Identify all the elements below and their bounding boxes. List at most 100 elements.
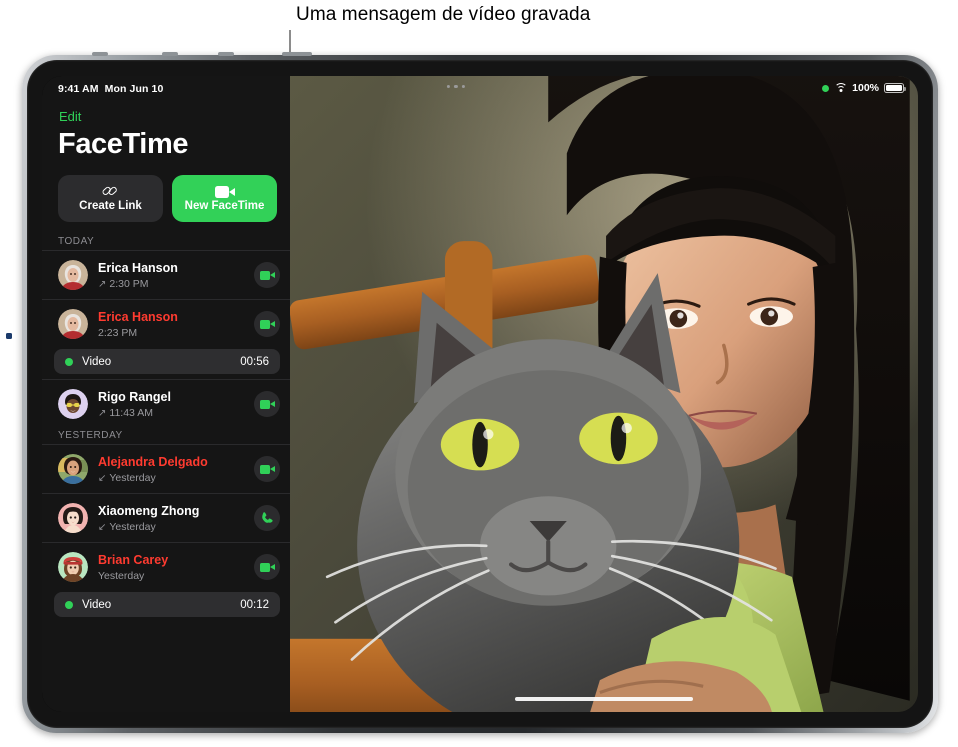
call-meta: 2:23 PM [98, 327, 254, 340]
video-message-label: Video [82, 355, 112, 368]
outgoing-call-arrow-icon: ↗ [98, 278, 107, 290]
video-call-button[interactable] [254, 456, 280, 482]
avatar [58, 503, 88, 533]
call-time: Yesterday [98, 570, 145, 583]
create-link-label: Create Link [79, 200, 142, 212]
section-yesterday: YESTERDAY Alejandra Delgado ↙ Yesterday … [42, 430, 290, 622]
avatar [58, 454, 88, 484]
call-meta: ↙ Yesterday [98, 472, 254, 485]
volume-button-2[interactable] [162, 52, 178, 56]
list-item[interactable]: Brian Carey Yesterday [42, 542, 290, 591]
device-bezel: 9:41 AM Mon Jun 10 100% Edit FaceTime Cr… [27, 60, 933, 728]
status-date: Mon Jun 10 [104, 83, 164, 95]
list-item[interactable]: Alejandra Delgado ↙ Yesterday [42, 444, 290, 493]
incoming-call-arrow-icon: ↙ [98, 472, 107, 484]
contact-name: Erica Hanson [98, 310, 178, 325]
contact-name: Xiaomeng Zhong [98, 504, 200, 519]
contact-name: Erica Hanson [98, 261, 178, 276]
video-camera-icon [259, 270, 275, 280]
list-item-text: Erica Hanson 2:23 PM [98, 308, 254, 340]
contact-name: Brian Carey [98, 553, 169, 568]
video-call-button[interactable] [254, 391, 280, 417]
call-meta: ↗ 2:30 PM [98, 278, 254, 291]
video-camera-icon [214, 185, 235, 198]
unplayed-indicator-dot [65, 600, 73, 609]
video-call-button[interactable] [254, 262, 280, 288]
avatar [58, 552, 88, 582]
video-message-row: Video 00:12 [42, 591, 290, 622]
video-call-button[interactable] [254, 554, 280, 580]
ipad-screen: 9:41 AM Mon Jun 10 100% Edit FaceTime Cr… [42, 76, 918, 712]
video-call-button[interactable] [254, 311, 280, 337]
audio-call-button[interactable] [254, 505, 280, 531]
create-link-button[interactable]: Create Link [58, 175, 163, 222]
call-meta: ↙ Yesterday [98, 521, 254, 534]
avatar [58, 260, 88, 290]
list-item[interactable]: Rigo Rangel ↗ 11:43 AM [42, 379, 290, 428]
wifi-icon [834, 83, 848, 93]
video-message-image [290, 76, 918, 712]
call-time: Yesterday [109, 472, 156, 485]
recording-indicator-dot [822, 84, 830, 92]
list-item-text: Xiaomeng Zhong ↙ Yesterday [98, 502, 254, 534]
list-item-text: Erica Hanson ↗ 2:30 PM [98, 259, 254, 291]
list-item-text: Rigo Rangel ↗ 11:43 AM [98, 388, 254, 420]
incoming-call-arrow-icon: ↙ [98, 521, 107, 533]
video-camera-icon [259, 319, 275, 329]
outgoing-call-arrow-icon: ↗ [98, 407, 107, 419]
call-time: 11:43 AM [109, 407, 153, 420]
page-title: FaceTime [58, 128, 189, 160]
video-message-pane[interactable] [290, 76, 918, 712]
call-meta: ↗ 11:43 AM [98, 407, 254, 420]
contact-name: Alejandra Delgado [98, 455, 208, 470]
volume-button-3[interactable] [218, 52, 234, 56]
list-item[interactable]: Erica Hanson ↗ 2:30 PM [42, 250, 290, 299]
unplayed-indicator-dot [65, 357, 73, 366]
status-time: 9:41 AM [58, 83, 99, 95]
battery-percent-label: 100% [852, 82, 879, 94]
video-message-row: Video 00:56 [42, 348, 290, 379]
list-item[interactable]: Xiaomeng Zhong ↙ Yesterday [42, 493, 290, 542]
call-time: 2:30 PM [109, 278, 149, 291]
edit-button[interactable]: Edit [59, 109, 81, 124]
volume-button-1[interactable] [92, 52, 108, 56]
ipad-device-frame: 9:41 AM Mon Jun 10 100% Edit FaceTime Cr… [22, 52, 938, 733]
contact-name: Rigo Rangel [98, 390, 171, 405]
power-button[interactable] [282, 52, 312, 56]
link-icon [100, 185, 120, 198]
list-item-text: Alejandra Delgado ↙ Yesterday [98, 453, 254, 485]
phone-handset-icon [260, 511, 274, 525]
status-time-date: 9:41 AM Mon Jun 10 [58, 83, 163, 95]
video-camera-icon [259, 562, 275, 572]
video-camera-icon [259, 464, 275, 474]
video-message-duration: 00:56 [240, 355, 269, 368]
video-message-pill[interactable]: Video 00:56 [54, 349, 280, 374]
recent-calls-list: TODAY Erica Hanson ↗ 2:30 PM Erica Hanso… [42, 236, 290, 622]
decorative-edge-marker [6, 333, 12, 339]
new-facetime-label: New FaceTime [184, 199, 265, 212]
list-item-text: Brian Carey Yesterday [98, 551, 254, 583]
action-buttons-row: Create Link New FaceTime [58, 175, 277, 222]
section-today: TODAY Erica Hanson ↗ 2:30 PM Erica Hanso… [42, 236, 290, 428]
avatar [58, 309, 88, 339]
video-camera-icon [259, 399, 275, 409]
video-message-label: Video [82, 598, 112, 611]
call-time: Yesterday [109, 521, 156, 534]
callout-label: Uma mensagem de vídeo gravada [296, 4, 591, 25]
multitask-dots-icon[interactable] [446, 85, 466, 89]
facetime-sidebar: Edit FaceTime Create Link New FaceTime T… [42, 76, 290, 712]
section-header-today: TODAY [58, 236, 95, 247]
list-item[interactable]: Erica Hanson 2:23 PM [42, 299, 290, 348]
video-message-duration: 00:12 [240, 598, 269, 611]
new-facetime-button[interactable]: New FaceTime [172, 175, 277, 222]
avatar [58, 389, 88, 419]
status-bar: 9:41 AM Mon Jun 10 100% [42, 76, 918, 102]
call-time: 2:23 PM [98, 327, 138, 340]
screenshot-root: Uma mensagem de vídeo gravada 9:41 AM Mo… [0, 0, 958, 747]
call-meta: Yesterday [98, 570, 254, 583]
status-indicators: 100% [822, 82, 906, 94]
home-indicator[interactable] [515, 697, 693, 701]
video-message-pill[interactable]: Video 00:12 [54, 592, 280, 617]
battery-icon [884, 83, 906, 93]
section-header-yesterday: YESTERDAY [58, 430, 123, 441]
